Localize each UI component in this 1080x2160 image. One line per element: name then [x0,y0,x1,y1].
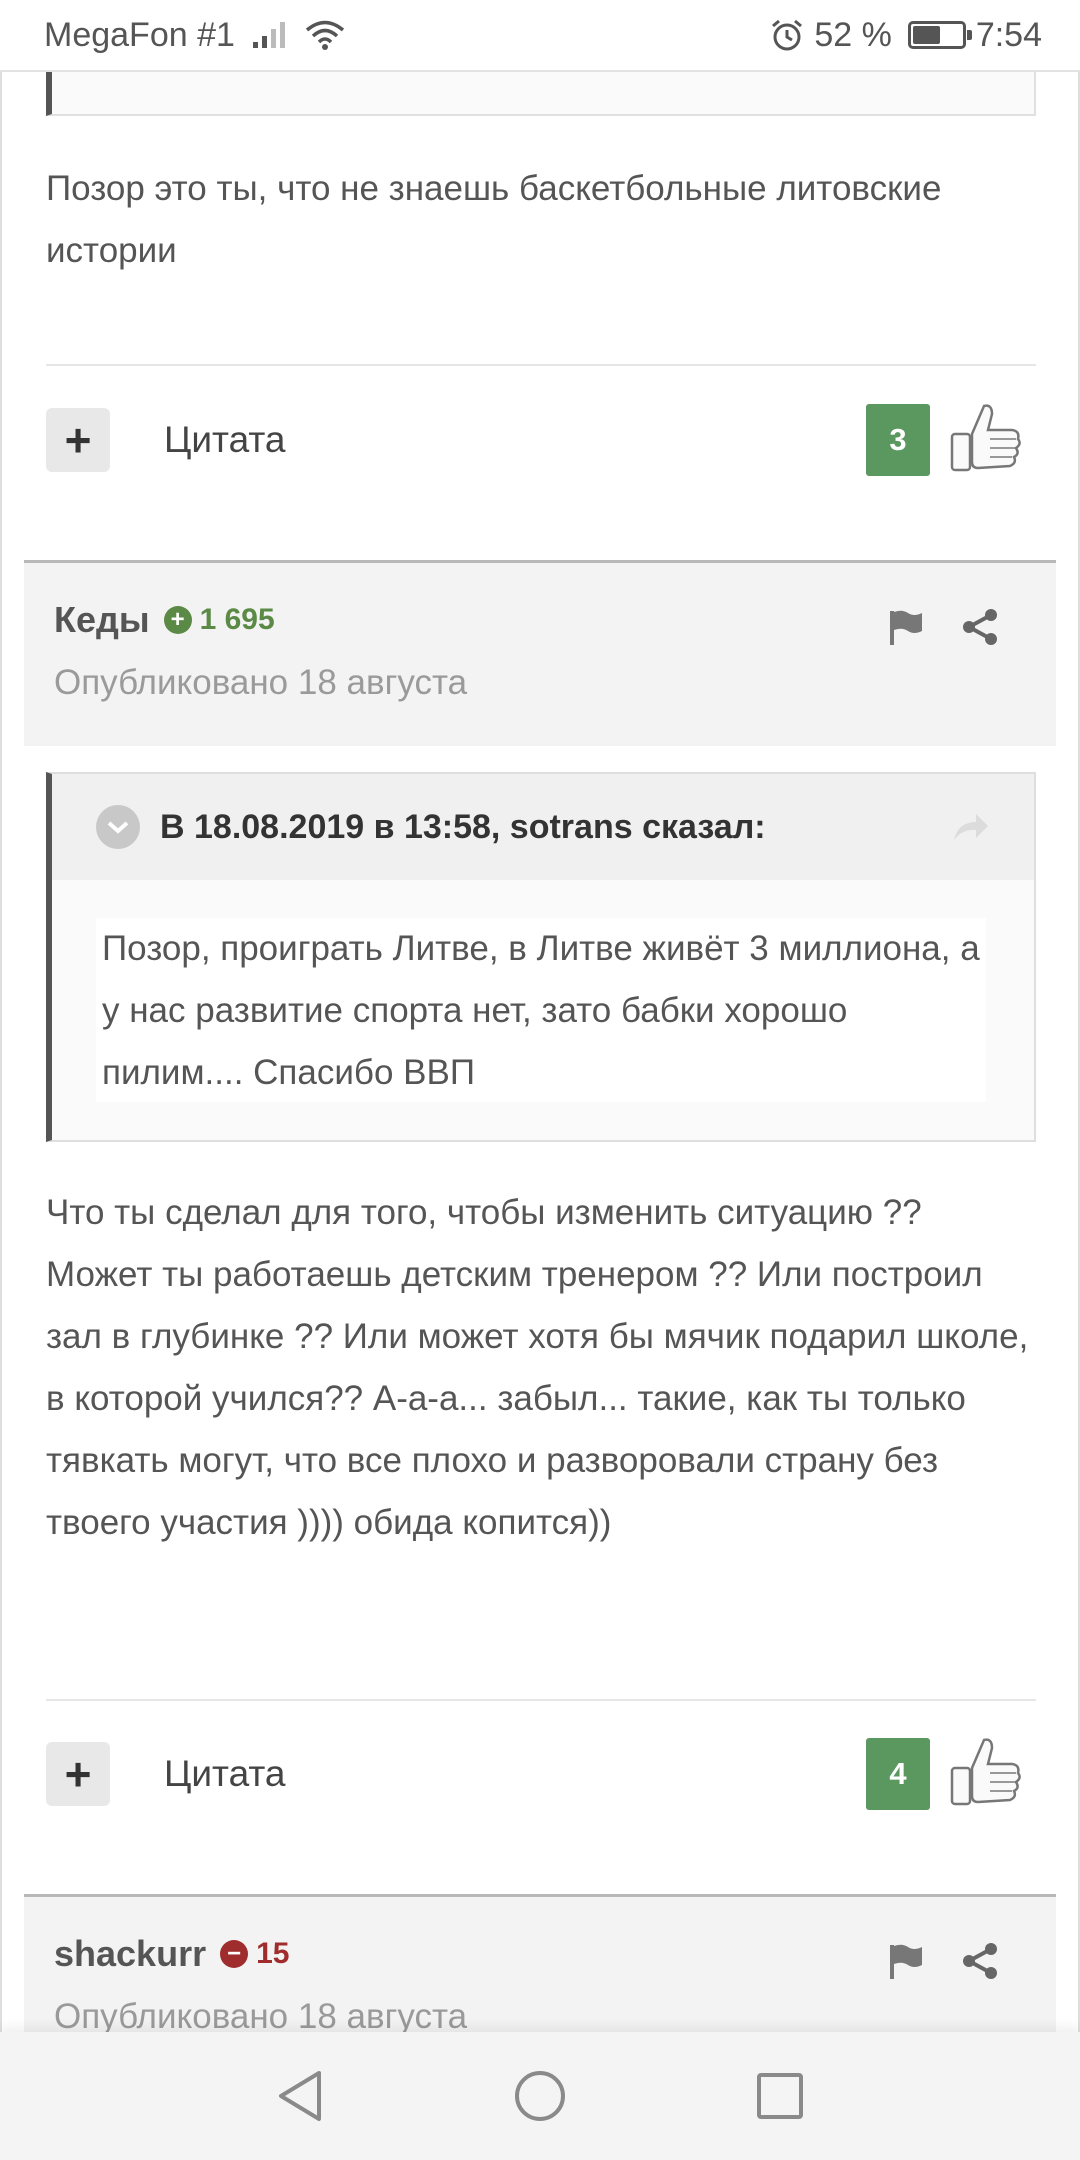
recents-button[interactable] [745,2061,815,2131]
quote-citation: В 18.08.2019 в 13:58, sotrans сказал: [160,807,766,846]
share-icon[interactable] [960,607,1000,647]
author-reputation-value: 1 695 [199,603,275,636]
home-button[interactable] [505,2061,575,2131]
minus-circle-icon: − [220,1940,249,1968]
share-icon[interactable] [960,1941,1000,1981]
published-date[interactable]: Опубликовано 18 августа [54,663,467,703]
quote-button[interactable]: Цитата [164,1753,285,1795]
clock: 7:54 [975,15,1042,54]
thumbs-up-icon[interactable] [942,398,1026,482]
author-reputation-value: 15 [256,1937,290,1970]
screen: MegaFon #1 52 % 7:54 Позор это ты, что н… [0,0,1080,2160]
multiquote-add-button[interactable]: + [46,408,110,472]
wifi-icon [305,20,345,50]
author-name[interactable]: shackurr [54,1933,206,1975]
multiquote-add-button[interactable]: + [46,1742,110,1806]
back-button[interactable] [265,2061,335,2131]
divider [46,1699,1036,1701]
post-text: Что ты сделал для того, чтобы изменить с… [46,1193,1029,1542]
system-navigation-bar [0,2032,1080,2160]
quote-button[interactable]: Цитата [164,419,285,461]
quote-header[interactable]: В 18.08.2019 в 13:58, sotrans сказал: [52,774,1034,880]
post-actions: + Цитата 4 [46,1738,1036,1810]
post-author-header: Кеды + 1 695 Опубликовано 18 августа [24,560,1056,746]
previous-quote-block [46,72,1036,116]
chevron-down-icon[interactable] [96,805,140,849]
home-circle-icon [515,2071,565,2121]
status-bar: MegaFon #1 52 % 7:54 [0,0,1080,72]
quote-block: В 18.08.2019 в 13:58, sotrans сказал: По… [46,772,1036,1142]
post-actions: + Цитата 3 [46,404,1036,476]
quote-text: Позор, проиграть Литве, в Литве живёт 3 … [96,918,986,1102]
battery-icon [907,21,972,49]
flag-icon[interactable] [886,607,926,647]
plus-circle-icon: + [163,606,192,634]
reputation-count: 3 [866,404,930,476]
reputation-count: 4 [866,1738,930,1810]
flag-icon[interactable] [886,1941,926,1981]
published-date[interactable]: Опубликовано 18 августа [54,1997,467,2032]
alarm-icon [772,19,803,51]
post-text: Позор это ты, что не знаешь баскетбольны… [46,169,942,270]
signal-icon [252,22,285,48]
author-reputation: + 1 695 [163,603,275,637]
thumbs-up-icon[interactable] [942,1732,1026,1816]
author-name[interactable]: Кеды [54,599,150,641]
post-author-header: shackurr − 15 Опубликовано 18 августа [24,1894,1056,2032]
recents-square-icon [757,2073,803,2119]
forum-content[interactable]: Позор это ты, что не знаешь баскетбольны… [0,72,1080,2032]
back-triangle-icon [279,2071,321,2121]
carrier-label: MegaFon #1 [44,15,235,54]
go-to-post-icon[interactable] [950,806,990,846]
divider [46,364,1036,366]
author-reputation: − 15 [220,1937,289,1971]
battery-percent: 52 % [814,15,892,54]
